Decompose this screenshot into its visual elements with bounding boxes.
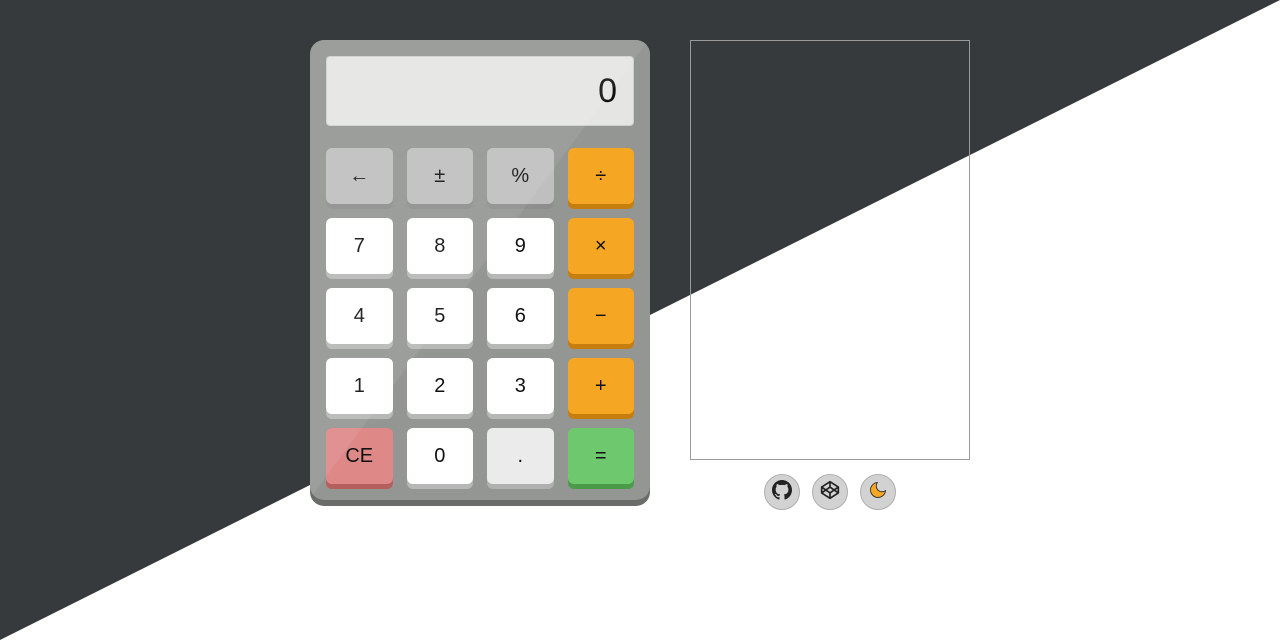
calculator: 0 ← ± % ÷ 7 8 9 × 4 5 6 − 1 2 3 + CE 0 .…	[310, 40, 650, 500]
decimal-button[interactable]: .	[487, 428, 554, 484]
moon-icon	[868, 480, 888, 505]
codepen-icon	[820, 480, 840, 505]
plusminus-button[interactable]: ±	[407, 148, 474, 204]
divide-button[interactable]: ÷	[568, 148, 635, 204]
two-button[interactable]: 2	[407, 358, 474, 414]
keypad: ← ± % ÷ 7 8 9 × 4 5 6 − 1 2 3 + CE 0 . =	[326, 148, 634, 484]
nine-button[interactable]: 9	[487, 218, 554, 274]
percent-button[interactable]: %	[487, 148, 554, 204]
five-button[interactable]: 5	[407, 288, 474, 344]
six-button[interactable]: 6	[487, 288, 554, 344]
github-link[interactable]	[764, 474, 800, 510]
display-value: 0	[598, 72, 617, 111]
one-button[interactable]: 1	[326, 358, 393, 414]
github-icon	[772, 480, 792, 505]
display: 0	[326, 56, 634, 126]
three-button[interactable]: 3	[487, 358, 554, 414]
theme-toggle[interactable]	[860, 474, 896, 510]
clear-button[interactable]: CE	[326, 428, 393, 484]
equals-button[interactable]: =	[568, 428, 635, 484]
icon-row	[764, 474, 896, 510]
plus-button[interactable]: +	[568, 358, 635, 414]
multiply-button[interactable]: ×	[568, 218, 635, 274]
zero-button[interactable]: 0	[407, 428, 474, 484]
backspace-button[interactable]: ←	[326, 148, 393, 204]
history-panel	[690, 40, 970, 460]
seven-button[interactable]: 7	[326, 218, 393, 274]
codepen-link[interactable]	[812, 474, 848, 510]
minus-button[interactable]: −	[568, 288, 635, 344]
eight-button[interactable]: 8	[407, 218, 474, 274]
four-button[interactable]: 4	[326, 288, 393, 344]
